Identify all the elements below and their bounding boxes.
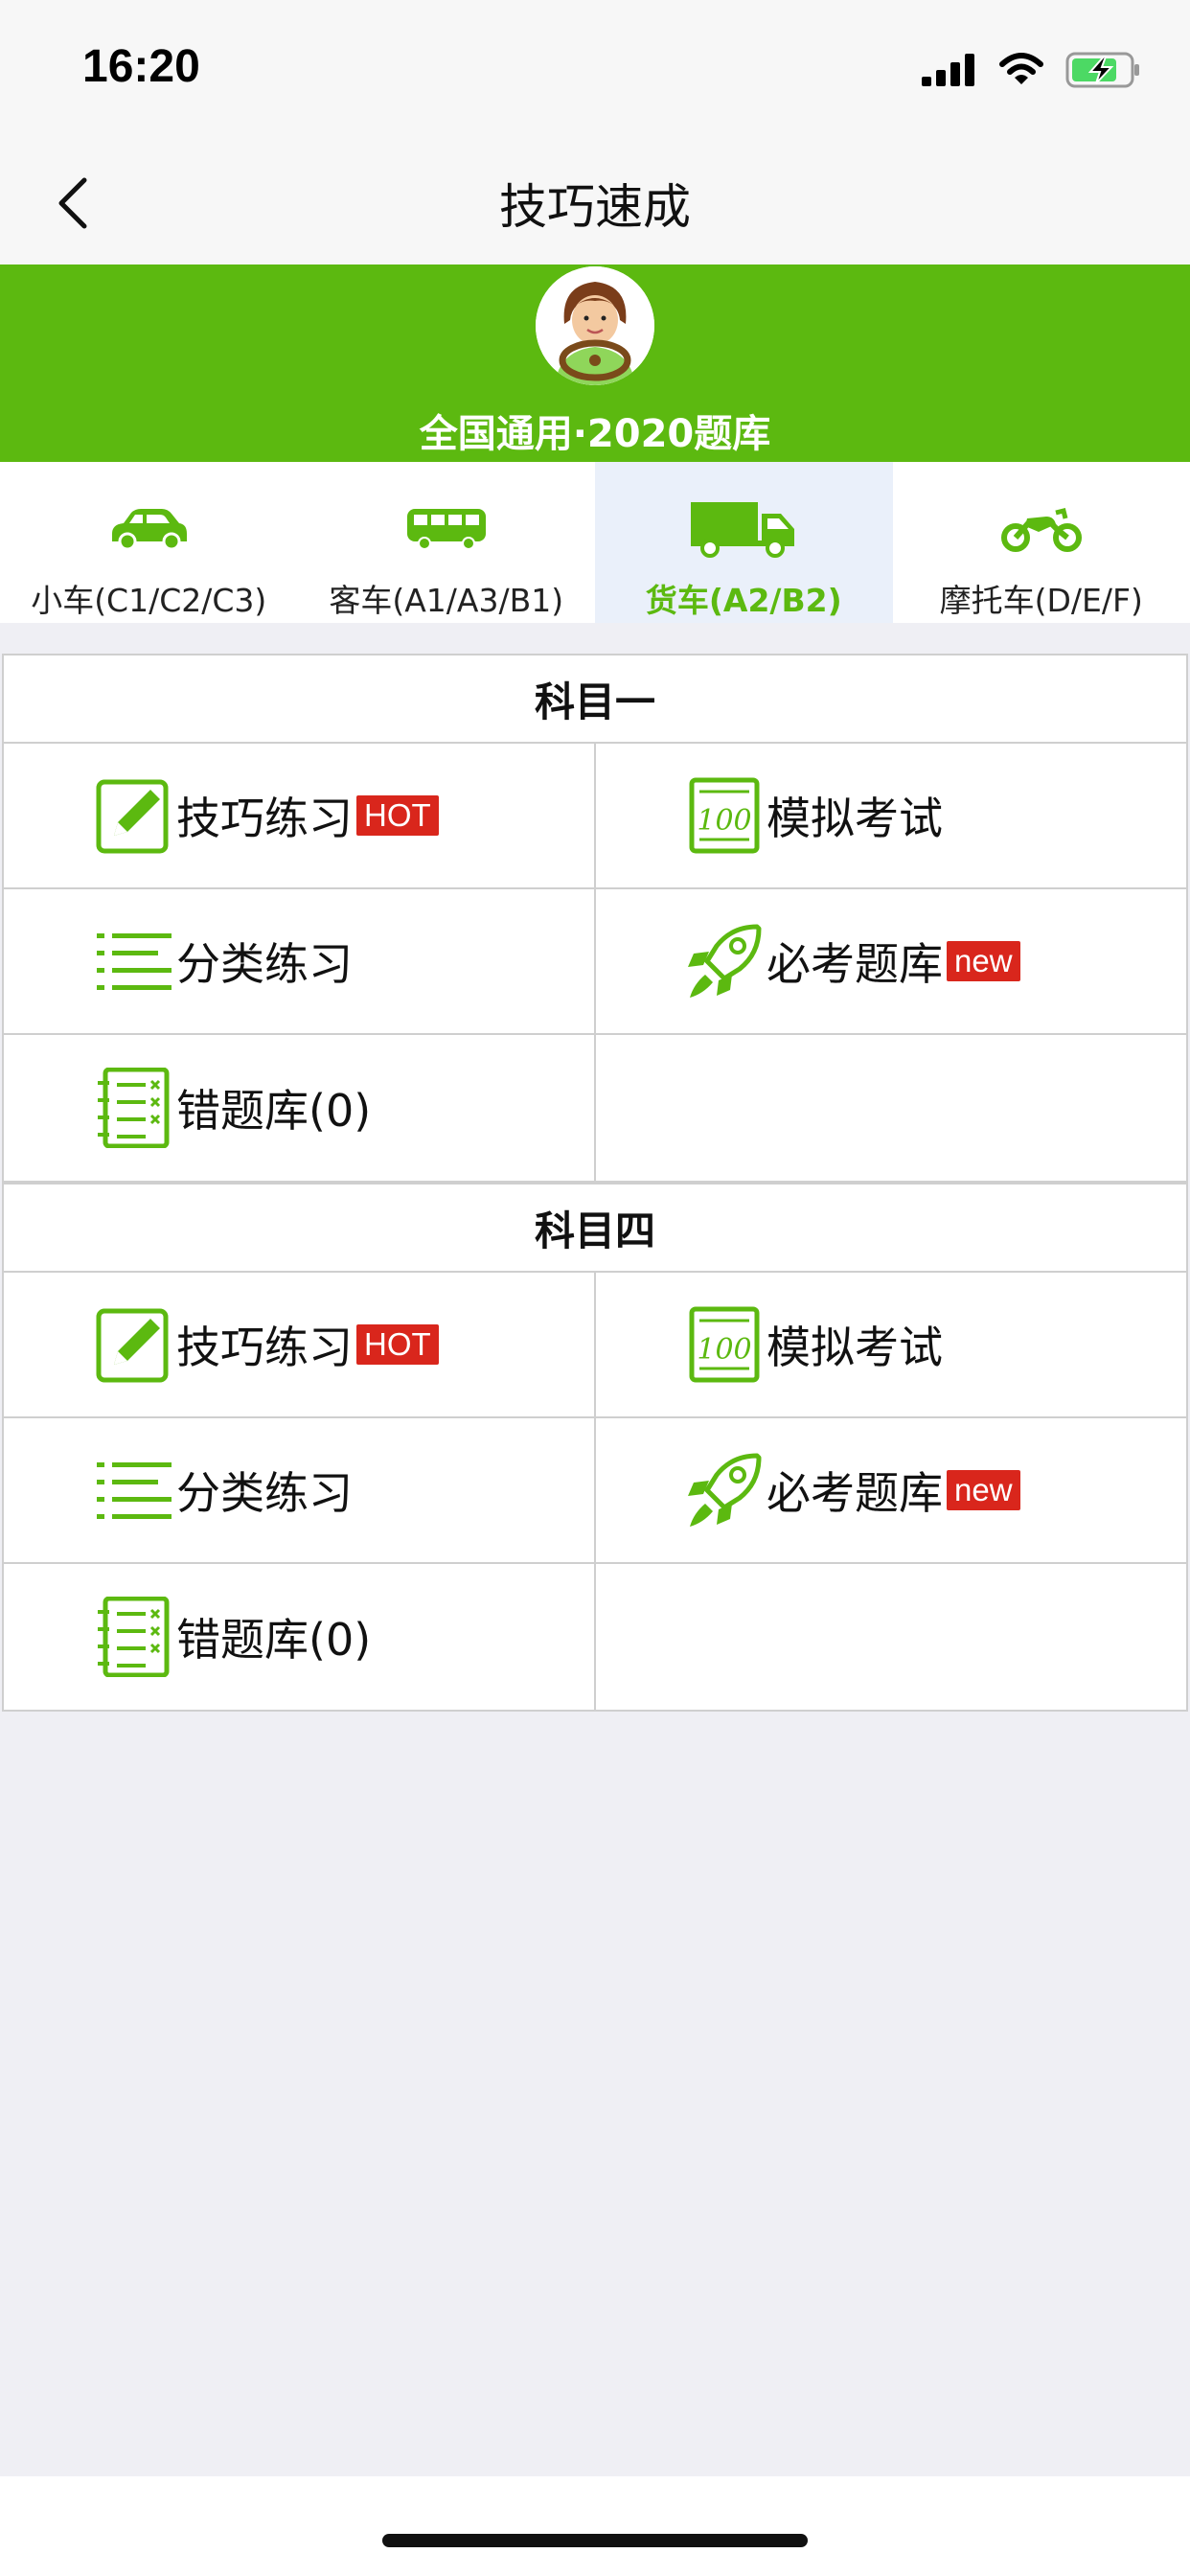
driver-avatar (536, 266, 654, 385)
category-practice-label: 分类练习 (176, 938, 353, 990)
battery-icon (1065, 52, 1139, 88)
driver-avatar-icon (536, 266, 654, 385)
empty-cell (596, 1564, 1188, 1710)
exam-paper-icon: 100 (689, 1306, 760, 1383)
pencil-icon (96, 779, 169, 854)
home-indicator[interactable] (382, 2534, 808, 2547)
mock-exam-label: 模拟考试 (767, 793, 943, 844)
must-test-bank-button[interactable]: 必考题库 new (596, 1418, 1188, 1564)
svg-text:100: 100 (697, 1333, 751, 1367)
exam-paper-icon: 100 (689, 777, 760, 854)
motorcycle-icon (1000, 507, 1082, 552)
tab-truck[interactable]: 货车(A2/B2) (595, 462, 893, 623)
new-badge: new (947, 941, 1020, 981)
bus-icon (406, 509, 486, 550)
vehicle-tabs: 小车(C1/C2/C3) 客车(A1/A3/B1) 货车(A2/B2) 摩托车(… (0, 462, 1190, 623)
navigation-bar: 技巧速成 (0, 134, 1190, 264)
tab-motorcycle-label: 摩托车(D/E/F) (939, 582, 1143, 619)
hot-badge: HOT (356, 1324, 439, 1365)
category-practice-button[interactable]: 分类练习 (4, 1418, 596, 1564)
mock-exam-button[interactable]: 100 模拟考试 (596, 744, 1188, 889)
must-test-bank-button[interactable]: 必考题库 new (596, 889, 1188, 1035)
skill-practice-button[interactable]: 技巧练习 HOT (4, 1273, 596, 1418)
section-subject-one: 科目一 技巧练习 HOT 100 模拟考试 分类练习 必考题库 new 错题库(… (2, 654, 1188, 1183)
list-icon (97, 1462, 172, 1519)
status-time: 16:20 (82, 41, 200, 92)
empty-cell (596, 1035, 1188, 1181)
page-title: 技巧速成 (499, 179, 691, 235)
new-badge: new (947, 1470, 1020, 1510)
wrong-answers-button[interactable]: 错题库(0) (4, 1564, 596, 1710)
tab-car-label: 小车(C1/C2/C3) (31, 582, 267, 619)
skill-practice-label: 技巧练习 (176, 1322, 353, 1373)
wrong-answers-label: 错题库(0) (176, 1085, 372, 1137)
tab-motorcycle[interactable]: 摩托车(D/E/F) (893, 462, 1190, 623)
status-icons (922, 48, 1142, 92)
category-practice-label: 分类练习 (176, 1467, 353, 1519)
category-practice-button[interactable]: 分类练习 (4, 889, 596, 1035)
pencil-icon (96, 1308, 169, 1383)
section-title: 科目一 (4, 656, 1186, 744)
bottom-safe-area (0, 2476, 1190, 2576)
list-icon (97, 933, 172, 990)
mock-exam-button[interactable]: 100 模拟考试 (596, 1273, 1188, 1418)
signal-icon (922, 54, 974, 86)
status-bar: 16:20 (0, 0, 1190, 134)
wrong-answers-button[interactable]: 错题库(0) (4, 1035, 596, 1181)
tab-bus[interactable]: 客车(A1/A3/B1) (298, 462, 596, 623)
mock-exam-label: 模拟考试 (767, 1322, 943, 1373)
truck-icon (691, 502, 795, 558)
tab-bus-label: 客车(A1/A3/B1) (329, 582, 564, 619)
wifi-icon (999, 53, 1043, 84)
wrong-answers-label: 错题库(0) (176, 1614, 372, 1666)
tab-truck-label: 货车(A2/B2) (645, 582, 842, 619)
wrong-answers-icon (98, 1068, 170, 1148)
rocket-icon (688, 1453, 762, 1527)
banner-title: 全国通用·2020题库 (419, 412, 771, 456)
must-test-bank-label: 必考题库 (767, 1467, 943, 1519)
car-icon (112, 509, 188, 551)
must-test-bank-label: 必考题库 (767, 938, 943, 990)
banner: 全国通用·2020题库 (0, 264, 1190, 462)
section-title: 科目四 (4, 1184, 1186, 1273)
svg-text:100: 100 (697, 804, 751, 838)
hot-badge: HOT (356, 795, 439, 836)
rocket-icon (688, 924, 762, 998)
wrong-answers-icon (98, 1597, 170, 1677)
tab-car[interactable]: 小车(C1/C2/C3) (0, 462, 298, 623)
skill-practice-button[interactable]: 技巧练习 HOT (4, 744, 596, 889)
section-subject-four: 科目四 技巧练习 HOT 100 模拟考试 分类练习 必考题库 new 错题库(… (2, 1183, 1188, 1712)
skill-practice-label: 技巧练习 (176, 793, 353, 844)
